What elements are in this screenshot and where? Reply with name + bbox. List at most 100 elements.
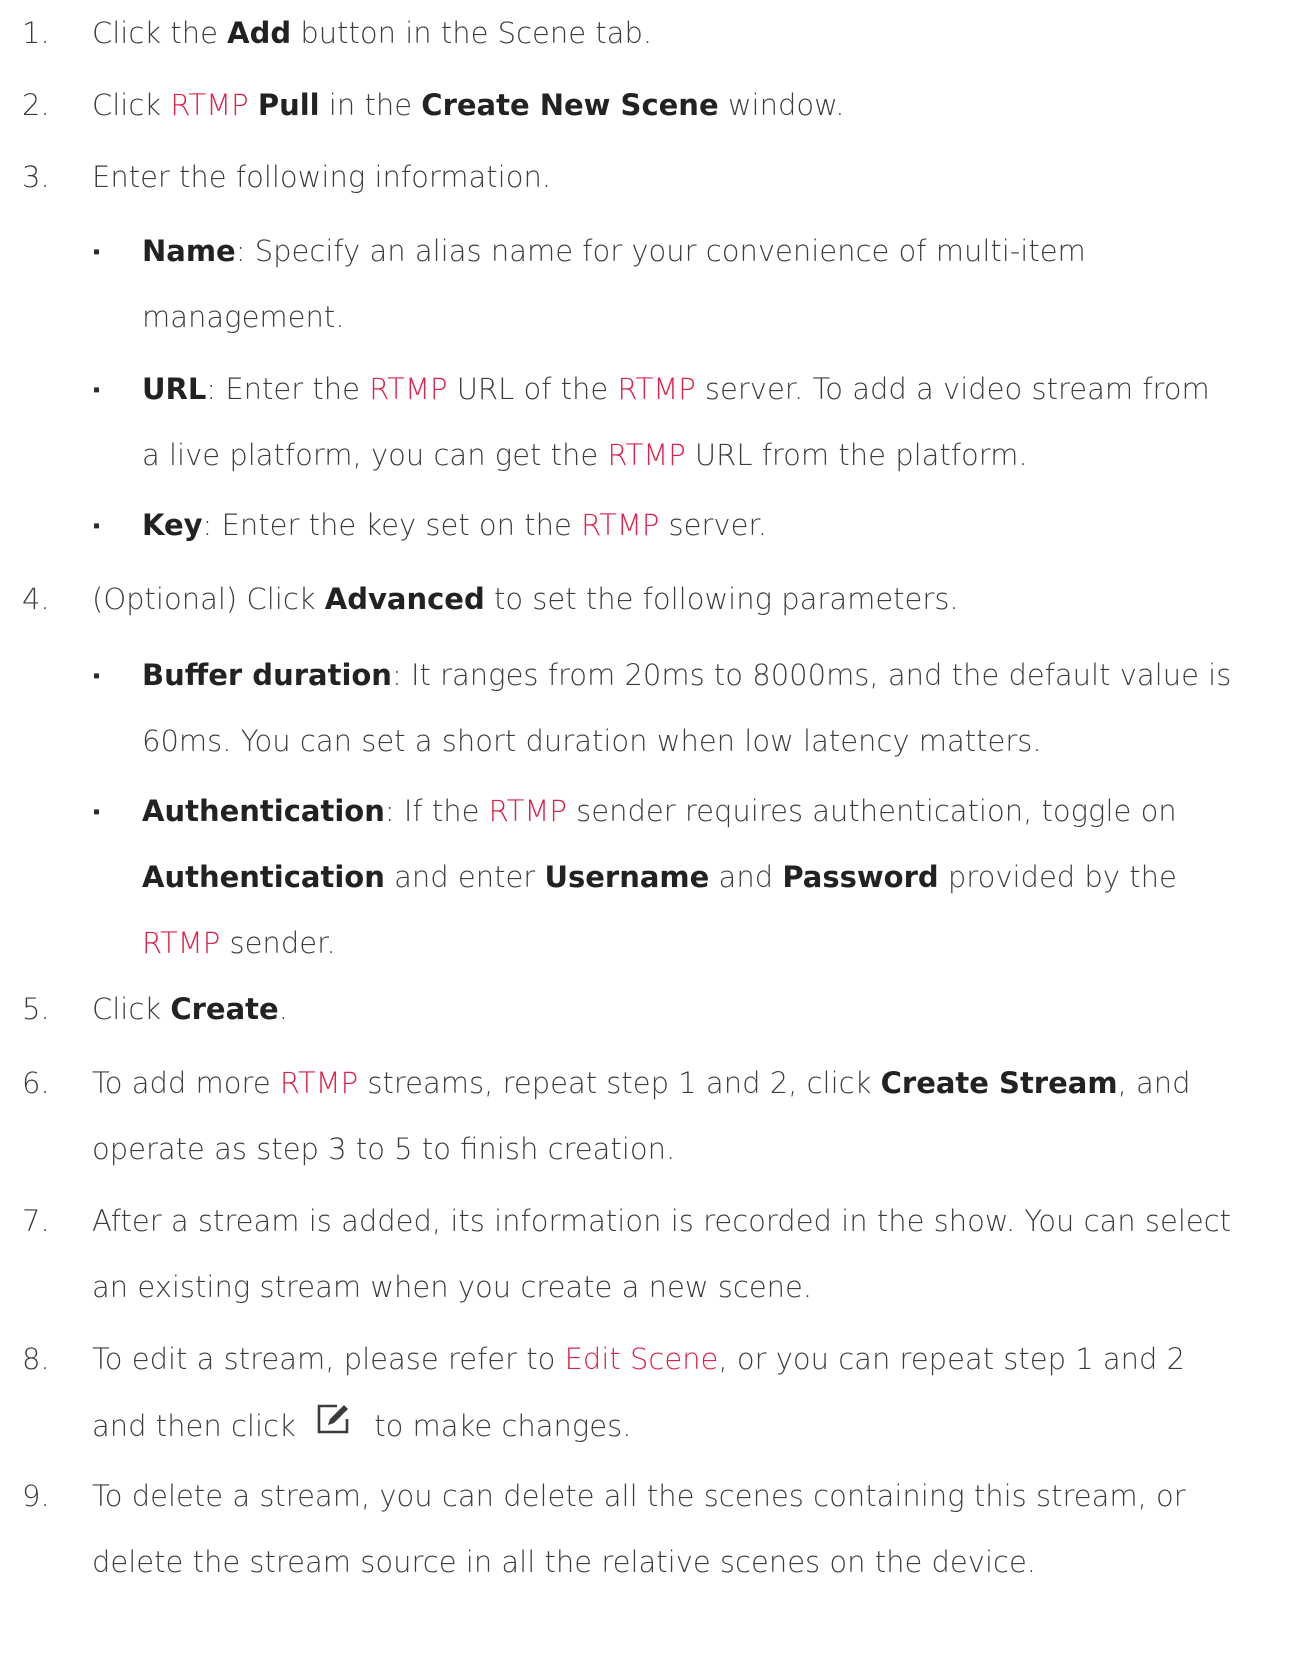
ui-term: Pull: [257, 88, 320, 122]
text-segment: 60ms. You can set a short duration when …: [142, 724, 1042, 758]
text-segment: an existing stream when you create a new…: [92, 1270, 813, 1304]
bullet-icon: ▪: [93, 663, 101, 687]
text-segment: to make changes.: [374, 1409, 632, 1443]
text-segment: To delete a stream, you can delete all t…: [92, 1479, 1186, 1513]
step-text: To edit a stream, please refer to Edit S…: [92, 1326, 1292, 1458]
ui-term: Create Stream: [880, 1066, 1118, 1100]
text-segment: button in the Scene tab.: [291, 16, 653, 50]
text-segment: .: [278, 992, 288, 1026]
highlight-term: RTMP: [279, 1066, 359, 1100]
text-line: and then click to make changes.: [92, 1392, 1292, 1458]
edit-icon: [315, 1392, 355, 1458]
text-segment: , and: [1117, 1066, 1191, 1100]
text-segment: (Optional) Click: [92, 582, 325, 616]
text-line: management.: [142, 284, 1292, 350]
text-segment: and: [709, 860, 783, 894]
text-segment: provided by the: [938, 860, 1177, 894]
sub-item-text: URL: Enter the RTMP URL of the RTMP serv…: [142, 356, 1292, 488]
highlight-term: RTMP: [170, 88, 249, 122]
step-number: 3.: [22, 160, 50, 194]
text-line: Authentication: If the RTMP sender requi…: [142, 778, 1292, 844]
step-number: 7.: [22, 1204, 50, 1238]
highlight-term: RTMP: [488, 794, 567, 828]
step-text: Click the Add button in the Scene tab.: [92, 0, 1292, 66]
bullet-icon: ▪: [93, 239, 101, 263]
text-segment: and enter: [384, 860, 545, 894]
step-number: 4.: [22, 582, 50, 616]
text-line: delete the stream source in all the rela…: [92, 1529, 1292, 1595]
text-segment: streams, repeat step 1 and 2, click: [358, 1066, 881, 1100]
step-number: 5.: [22, 992, 50, 1026]
ui-term: Authentication: [142, 794, 385, 828]
text-segment: To edit a stream, please refer to: [92, 1342, 565, 1376]
ui-term: Key: [142, 508, 203, 542]
highlight-term: RTMP: [617, 372, 696, 406]
step-number: 6.: [22, 1066, 50, 1100]
highlight-term: RTMP: [581, 508, 660, 542]
bullet-icon: ▪: [93, 799, 101, 823]
step-text: (Optional) Click Advanced to set the fol…: [92, 566, 1292, 632]
bullet-icon: ▪: [93, 513, 101, 537]
text-segment: URL from the platform.: [685, 438, 1028, 472]
text-segment: a live platform, you can get the: [142, 438, 608, 472]
text-segment: delete the stream source in all the rela…: [92, 1545, 1037, 1579]
step-text: Click RTMP Pull in the Create New Scene …: [92, 72, 1292, 138]
text-line: After a stream is added, its information…: [92, 1188, 1292, 1254]
text-segment: to set the following parameters.: [484, 582, 959, 616]
text-segment: : If the: [384, 794, 489, 828]
sub-item-text: Buffer duration: It ranges from 20ms to …: [142, 642, 1292, 774]
ui-term: Advanced: [324, 582, 485, 616]
highlight-term: Edit Scene: [564, 1342, 719, 1376]
ui-term: Password: [782, 860, 939, 894]
text-line: Buffer duration: It ranges from 20ms to …: [142, 642, 1292, 708]
text-segment: Click the: [92, 16, 228, 50]
sub-item-text: Key: Enter the key set on the RTMP serve…: [142, 492, 1292, 558]
sub-item-text: Name: Specify an alias name for your con…: [142, 218, 1292, 350]
bullet-icon: ▪: [93, 377, 101, 401]
highlight-term: RTMP: [369, 372, 448, 406]
text-segment: management.: [142, 300, 345, 334]
step-number: 1.: [22, 16, 50, 50]
ui-term: Authentication: [142, 860, 385, 894]
text-line: RTMP sender.: [142, 910, 1292, 976]
text-segment: sender.: [220, 926, 336, 960]
text-segment: sender requires authentication, toggle o…: [566, 794, 1177, 828]
text-segment: To add more: [92, 1066, 280, 1100]
highlight-term: RTMP: [142, 926, 221, 960]
text-line: Name: Specify an alias name for your con…: [142, 218, 1292, 284]
text-line: 60ms. You can set a short duration when …: [142, 708, 1292, 774]
step-text: Click Create.: [92, 976, 1292, 1042]
text-line: To add more RTMP streams, repeat step 1 …: [92, 1050, 1292, 1116]
text-segment: window.: [718, 88, 845, 122]
ui-term: Username: [544, 860, 710, 894]
text-segment: After a stream is added, its information…: [92, 1204, 1232, 1238]
text-segment: , or you can repeat step 1 and 2: [718, 1342, 1186, 1376]
text-line: To delete a stream, you can delete all t…: [92, 1463, 1292, 1529]
ui-term: Create: [170, 992, 279, 1026]
ui-term: Name: [142, 234, 236, 268]
step-text: To add more RTMP streams, repeat step 1 …: [92, 1050, 1292, 1182]
text-segment: Click: [92, 88, 171, 122]
ui-term: Create New Scene: [421, 88, 719, 122]
text-segment: and then click: [92, 1409, 296, 1443]
text-segment: : It ranges from 20ms to 8000ms, and the…: [391, 658, 1232, 692]
step-number: 8.: [22, 1342, 50, 1376]
step-text: After a stream is added, its information…: [92, 1188, 1292, 1320]
ui-term: Buffer duration: [142, 658, 392, 692]
text-line: URL: Enter the RTMP URL of the RTMP serv…: [142, 356, 1292, 422]
step-text: Enter the following information.: [92, 144, 1292, 210]
text-segment: : Enter the key set on the: [202, 508, 582, 542]
text-line: a live platform, you can get the RTMP UR…: [142, 422, 1292, 488]
text-segment: Click: [92, 992, 171, 1026]
text-line: Authentication and enter Username and Pa…: [142, 844, 1292, 910]
sub-item-text: Authentication: If the RTMP sender requi…: [142, 778, 1292, 976]
ui-term: URL: [142, 372, 207, 406]
text-segment: : Specify an alias name for your conveni…: [235, 234, 1086, 268]
text-segment: server.: [659, 508, 767, 542]
text-segment: in the: [319, 88, 422, 122]
step-text: To delete a stream, you can delete all t…: [92, 1463, 1292, 1595]
ui-term: Add: [227, 16, 292, 50]
text-line: Key: Enter the key set on the RTMP serve…: [142, 492, 1292, 558]
instruction-document: 1. Click the Add button in the Scene tab…: [0, 0, 1300, 1657]
text-line: operate as step 3 to 5 to finish creatio…: [92, 1116, 1292, 1182]
